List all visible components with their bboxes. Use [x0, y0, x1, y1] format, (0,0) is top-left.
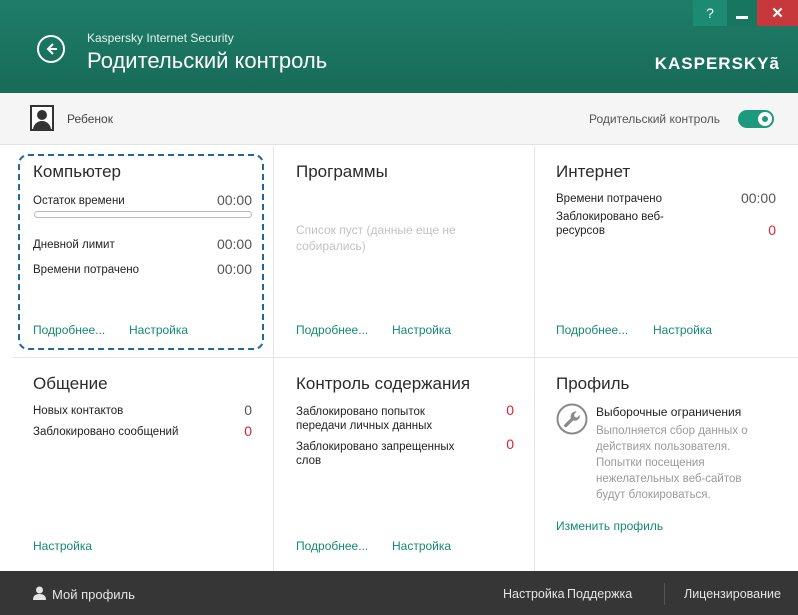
programs-settings-link[interactable]: Настройка — [392, 323, 451, 337]
daily-limit-value: 00:00 — [216, 236, 252, 252]
blocked-words-label: слов — [296, 455, 322, 467]
communication-settings-link[interactable]: Настройка — [33, 539, 92, 553]
user-name[interactable]: Ребенок — [67, 112, 113, 126]
internet-details-link[interactable]: Подробнее... — [556, 323, 628, 337]
internet-time-spent-value: 00:00 — [740, 190, 776, 206]
time-left-value: 00:00 — [216, 192, 252, 208]
profile-desc-line: действиях пользователя. — [596, 441, 731, 453]
close-button[interactable]: ✕ — [757, 0, 798, 26]
new-contacts-label: Новых контактов — [33, 405, 124, 417]
time-left-progress — [34, 211, 252, 218]
parental-control-label: Родительский контроль — [589, 112, 720, 126]
footer-settings-link[interactable]: Настройка — [503, 587, 565, 601]
blocked-personal-label: Заблокировано попыток — [296, 406, 425, 418]
footer-licensing-link[interactable]: Лицензирование — [684, 587, 781, 601]
programs-empty-text: Список пуст (данные еще не — [296, 223, 456, 237]
computer-panel-focus — [18, 154, 264, 350]
blocked-words-label: Заблокировано запрещенных — [296, 441, 455, 453]
footer-bar: Мой профиль Настройка Поддержка Лицензир… — [0, 571, 798, 615]
profile-desc-line: нежелательных веб-сайтов — [596, 473, 742, 485]
profile-name: Выборочные ограничения — [596, 405, 742, 419]
time-spent-label: Времени потрачено — [33, 264, 140, 276]
minimize-icon — [736, 15, 748, 19]
my-profile-link[interactable]: Мой профиль — [52, 587, 135, 602]
wrench-icon — [556, 403, 588, 435]
time-spent-value: 00:00 — [216, 261, 252, 277]
app-name: Kaspersky Internet Security — [87, 31, 234, 45]
blocked-resources-value: 0 — [768, 222, 776, 238]
change-profile-link[interactable]: Изменить профиль — [556, 519, 663, 533]
blocked-resources-label: ресурсов — [556, 225, 605, 237]
programs-empty-text: собирались) — [296, 239, 366, 253]
blocked-messages-value: 0 — [244, 423, 252, 439]
minimize-button[interactable] — [727, 0, 757, 26]
content-control-title: Контроль содержания — [296, 374, 471, 393]
user-icon — [33, 586, 46, 600]
content-settings-link[interactable]: Настройка — [392, 539, 451, 553]
content-details-link[interactable]: Подробнее... — [296, 539, 368, 553]
back-arrow-icon — [46, 43, 57, 55]
internet-settings-link[interactable]: Настройка — [653, 323, 712, 337]
computer-details-link[interactable]: Подробнее... — [33, 323, 105, 337]
new-contacts-value: 0 — [244, 402, 252, 418]
kaspersky-logo: KASPERSKYã — [654, 54, 780, 73]
panel-divider-horizontal — [13, 357, 798, 358]
panel-divider-vertical — [273, 146, 274, 571]
blocked-resources-label: Заблокировано веб- — [556, 211, 664, 223]
title-bar: Kaspersky Internet Security Родительский… — [0, 0, 798, 93]
panel-divider-vertical — [534, 146, 535, 571]
profile-desc-line: будут блокироваться. — [596, 489, 711, 501]
back-button[interactable] — [37, 35, 65, 63]
internet-time-spent-label: Времени потрачено — [556, 193, 663, 205]
daily-limit-label: Дневной лимит — [33, 239, 115, 251]
programs-details-link[interactable]: Подробнее... — [296, 323, 368, 337]
blocked-messages-label: Заблокировано сообщений — [33, 426, 179, 438]
communication-title: Общение — [33, 374, 108, 393]
footer-divider — [664, 583, 665, 605]
blocked-personal-label: передачи личных данных — [296, 420, 433, 432]
computer-settings-link[interactable]: Настройка — [129, 323, 188, 337]
footer-support-link[interactable]: Поддержка — [567, 587, 632, 601]
blocked-personal-value: 0 — [506, 402, 514, 418]
avatar-icon[interactable] — [30, 105, 54, 131]
user-bar: Ребенок Родительский контроль — [0, 93, 798, 145]
computer-title: Компьютер — [33, 162, 121, 181]
blocked-words-value: 0 — [506, 436, 514, 452]
time-left-label: Остаток времени — [33, 195, 125, 207]
help-button[interactable]: ? — [693, 0, 727, 26]
parental-control-toggle[interactable] — [738, 110, 774, 128]
profile-desc-line: Попытки посещения — [596, 457, 705, 469]
internet-title: Интернет — [556, 162, 631, 181]
programs-title: Программы — [296, 162, 388, 181]
window-title: Родительский контроль — [87, 48, 328, 73]
profile-desc-line: Выполняется сбор данных о — [596, 425, 748, 437]
profile-title: Профиль — [556, 374, 630, 393]
